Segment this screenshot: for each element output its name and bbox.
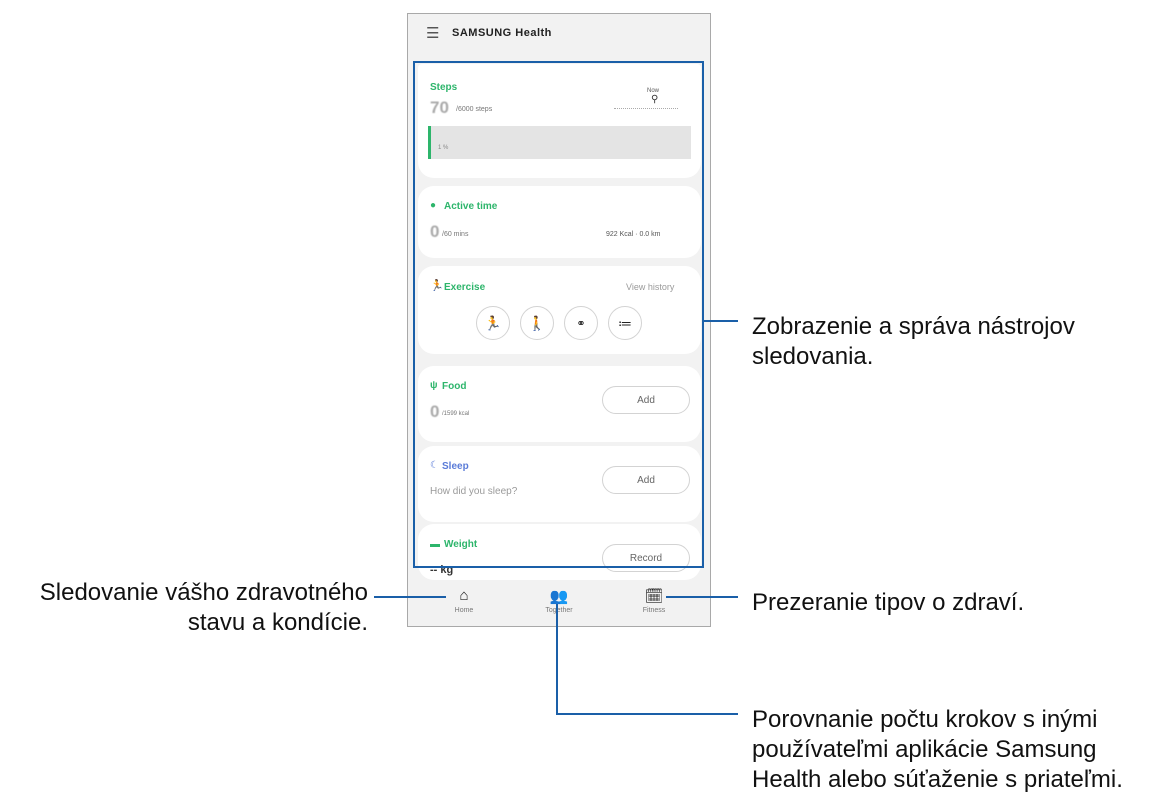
nav-item-fitness[interactable]: 🗓 Fitness bbox=[624, 587, 684, 614]
app-title: SAMSUNG Health bbox=[452, 27, 552, 39]
callout-line-together-horizontal bbox=[556, 713, 738, 715]
nav-label-fitness: Fitness bbox=[642, 607, 666, 614]
nav-item-home[interactable]: ⌂ Home bbox=[434, 587, 494, 614]
trackers-highlight bbox=[413, 61, 704, 568]
callout-together: Porovnanie počtu krokov s inými používat… bbox=[752, 706, 1123, 793]
callout-home: Sledovanie vášho zdravotného stavu a kon… bbox=[39, 579, 368, 636]
bottom-navigation: ⌂ Home 👥 Together 🗓 Fitness bbox=[408, 581, 710, 626]
callout-line-trackers bbox=[704, 320, 738, 322]
nav-label-together: Together bbox=[545, 607, 573, 614]
hamburger-menu-icon[interactable]: ☰ bbox=[426, 24, 439, 42]
callout-line-together-vertical bbox=[556, 604, 558, 715]
callout-fitness: Prezeranie tipov o zdraví. bbox=[752, 589, 1025, 616]
callout-line-fitness bbox=[666, 596, 738, 598]
nav-item-together[interactable]: 👥 Together bbox=[529, 587, 589, 614]
people-icon: 👥 bbox=[549, 588, 569, 605]
callout-line-home bbox=[374, 596, 446, 598]
app-bar: ☰ SAMSUNG Health bbox=[408, 14, 710, 56]
callout-trackers: Zobrazenie a správa nástrojov sledovania… bbox=[752, 313, 1075, 370]
nav-label-home: Home bbox=[454, 607, 474, 614]
